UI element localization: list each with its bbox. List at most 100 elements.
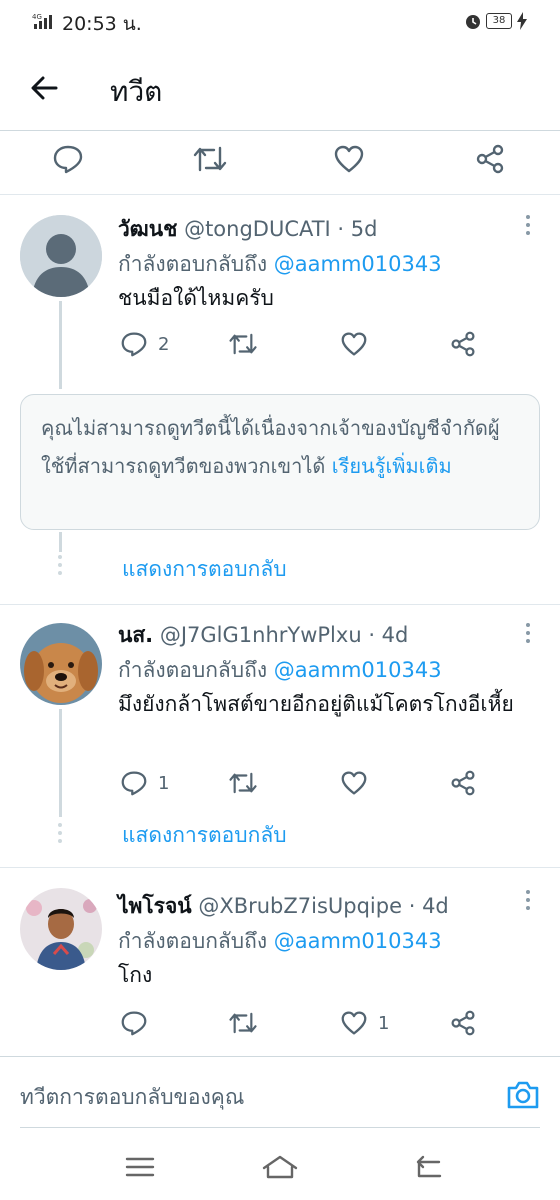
retweet-icon: [229, 772, 257, 794]
more-options-button[interactable]: [522, 623, 534, 647]
retweet-icon: [229, 1012, 257, 1034]
display-name[interactable]: วัฒนช: [118, 217, 177, 241]
reply-input[interactable]: ทวีตการตอบกลับของคุณ: [20, 1081, 244, 1114]
replying-to: กำลังตอบกลับถึง @aamm010343: [118, 654, 442, 687]
page-title: ทวีต: [110, 75, 163, 108]
show-replies-link[interactable]: แสดงการตอบกลับ: [122, 553, 287, 586]
camera-icon: [507, 1081, 539, 1109]
back-button[interactable]: [22, 70, 66, 106]
reply-icon: [121, 332, 147, 357]
retweet-button[interactable]: [192, 141, 228, 177]
avatar[interactable]: [20, 888, 102, 970]
more-options-button[interactable]: [522, 890, 534, 914]
share-button[interactable]: [449, 768, 477, 798]
replying-prefix: กำลังตอบกลับถึง: [118, 252, 268, 276]
like-icon: [341, 332, 367, 356]
reply-tweet[interactable]: ไพโรจน์ @XBrubZ7isUpqipe · 4d กำลังตอบกล…: [0, 868, 560, 1054]
learn-more-link[interactable]: เรียนรู้เพิ่มเติม: [332, 454, 452, 478]
handle[interactable]: @XBrubZ7isUpqipe: [198, 894, 402, 918]
reply-button[interactable]: 2: [120, 329, 169, 359]
top-app-bar: ทวีต: [0, 44, 560, 130]
restricted-tweet-notice: คุณไม่สามารถดูทวีตนี้ได้เนื่องจากเจ้าของ…: [20, 394, 540, 530]
avatar[interactable]: [20, 623, 102, 705]
like-icon: [341, 1011, 367, 1035]
like-icon: [341, 771, 367, 795]
share-icon: [476, 144, 504, 174]
mention-link[interactable]: @aamm010343: [274, 252, 442, 276]
replying-to: กำลังตอบกลับถึง @aamm010343: [118, 248, 442, 281]
meta-separator: ·: [402, 894, 423, 918]
tweet-text: โกง: [118, 963, 153, 987]
mention-link[interactable]: @aamm010343: [274, 929, 442, 953]
reply-button[interactable]: [120, 1008, 158, 1038]
mention-link[interactable]: @aamm010343: [274, 658, 442, 682]
timestamp: 4d: [381, 623, 409, 647]
home-button[interactable]: [262, 1152, 298, 1182]
compose-divider: [20, 1127, 540, 1128]
status-bar: 4G 20:53 น. 38: [0, 0, 560, 44]
like-count: 1: [378, 1012, 390, 1034]
reply-button[interactable]: 1: [120, 768, 169, 798]
thread-line: [59, 709, 62, 817]
like-button[interactable]: [340, 329, 378, 359]
system-nav-bar: [0, 1138, 560, 1200]
retweet-button[interactable]: [228, 768, 268, 798]
reply-count: 1: [158, 772, 170, 794]
status-time: 20:53 น.: [62, 13, 142, 35]
reply-button[interactable]: [50, 141, 86, 177]
back-arrow-icon: [31, 76, 58, 100]
share-button[interactable]: [449, 329, 477, 359]
person-avatar-icon: [20, 888, 102, 970]
camera-button[interactable]: [506, 1079, 540, 1111]
replying-prefix: กำลังตอบกลับถึง: [118, 929, 268, 953]
back-nav-icon: [416, 1155, 442, 1178]
thread-dots-icon: [58, 555, 63, 575]
share-button[interactable]: [472, 141, 508, 177]
meta-separator: ·: [330, 217, 351, 241]
back-nav-button[interactable]: [410, 1152, 446, 1182]
handle[interactable]: @J7GlG1nhrYwPlxu: [160, 623, 362, 647]
reply-header: ไพโรจน์ @XBrubZ7isUpqipe · 4d: [118, 890, 449, 923]
reply-icon: [53, 145, 83, 174]
show-replies-link[interactable]: แสดงการตอบกลับ: [122, 819, 287, 852]
menu-icon: [125, 1157, 155, 1177]
avatar[interactable]: [20, 215, 102, 297]
like-button[interactable]: [331, 141, 367, 177]
share-button[interactable]: [449, 1008, 477, 1038]
like-button[interactable]: 1: [340, 1008, 389, 1038]
handle[interactable]: @tongDUCATI: [184, 217, 331, 241]
timestamp: 4d: [422, 894, 449, 918]
thread-line: [59, 301, 62, 389]
main-tweet-actions: [0, 131, 560, 195]
meta-separator: ·: [361, 623, 382, 647]
share-icon: [451, 1010, 475, 1036]
battery-icon: 38: [486, 13, 512, 29]
thread-dots-icon: [58, 823, 63, 843]
recent-apps-button[interactable]: [122, 1152, 158, 1182]
timestamp: 5d: [350, 217, 378, 241]
reply-icon: [121, 1011, 147, 1036]
display-name[interactable]: นส.: [118, 623, 153, 647]
share-icon: [451, 770, 475, 796]
home-icon: [262, 1155, 298, 1179]
signal-icon: 4G: [32, 13, 52, 29]
reply-tweet[interactable]: นส. @J7GlG1nhrYwPlxu · 4d กำลังตอบกลับถึ…: [0, 605, 560, 867]
share-icon: [451, 331, 475, 357]
more-options-button[interactable]: [522, 215, 534, 239]
retweet-button[interactable]: [228, 1008, 268, 1038]
replying-prefix: กำลังตอบกลับถึง: [118, 658, 268, 682]
default-avatar-icon: [20, 215, 102, 297]
tweet-text: มึงยังกล้าโพสต์ขายอีกอยู่ติแม้โคตรโกงอีเ…: [118, 692, 514, 716]
dog-avatar-icon: [20, 623, 102, 705]
reply-count: 2: [158, 333, 170, 355]
retweet-icon: [229, 333, 257, 355]
retweet-button[interactable]: [228, 329, 268, 359]
like-button[interactable]: [340, 768, 378, 798]
charging-icon: [517, 12, 527, 30]
tweet-text: ชนมือใด้ไหมครับ: [118, 286, 274, 310]
reply-icon: [121, 771, 147, 796]
display-name[interactable]: ไพโรจน์: [118, 894, 192, 918]
reply-compose-bar[interactable]: ทวีตการตอบกลับของคุณ: [0, 1056, 560, 1128]
alarm-icon: [466, 15, 480, 29]
like-icon: [334, 145, 364, 173]
